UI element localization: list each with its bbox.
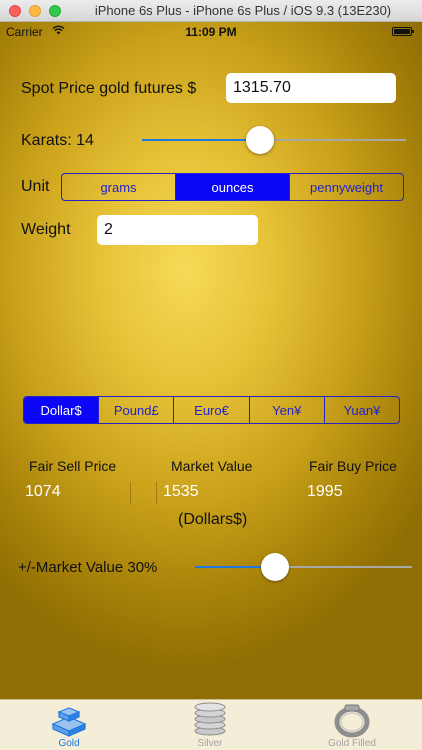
tab-silver-label: Silver	[197, 738, 223, 749]
currency-segment-2[interactable]: Euro€	[173, 397, 248, 423]
market-margin-slider[interactable]	[195, 553, 412, 583]
fair-sell-price-value: 1074	[25, 483, 61, 500]
market-margin-slider-thumb[interactable]	[261, 553, 290, 581]
currency-segment-3[interactable]: Yen¥	[248, 397, 324, 423]
minimize-window-button[interactable]	[29, 5, 41, 17]
window-titlebar: iPhone 6s Plus - iPhone 6s Plus / iOS 9.…	[0, 0, 422, 22]
simulator-screen: Carrier 11:09 PM Spot Price gold futures…	[0, 22, 422, 750]
currency-segment-1[interactable]: Pound£	[98, 397, 173, 423]
currency-segment-0[interactable]: Dollar$	[24, 397, 99, 423]
status-time: 11:09 PM	[185, 25, 237, 39]
weight-field[interactable]: 2	[97, 215, 258, 245]
tab-silver[interactable]: Silver	[155, 700, 265, 750]
karats-slider[interactable]	[142, 126, 406, 156]
unit-segmented-control[interactable]: grams ounces pennyweight	[61, 173, 404, 201]
fair-buy-price-value: 1995	[307, 483, 343, 500]
unit-segment-2[interactable]: pennyweight	[289, 174, 403, 200]
karats-label: Karats: 14	[21, 132, 94, 149]
result-divider	[130, 482, 131, 504]
fair-buy-price-label: Fair Buy Price	[309, 458, 397, 474]
market-value-currency: (Dollars$)	[178, 511, 248, 528]
fair-sell-price-label: Fair Sell Price	[29, 458, 117, 474]
zoom-window-button[interactable]	[49, 5, 61, 17]
unit-label: Unit	[21, 178, 50, 195]
currency-segmented-control[interactable]: Dollar$ Pound£ Euro€ Yen¥ Yuan¥	[23, 396, 400, 424]
market-margin-label: +/-Market Value 30%	[18, 559, 158, 576]
gold-bars-icon	[51, 707, 87, 737]
result-divider	[156, 482, 157, 504]
market-value-value: 1535	[163, 483, 199, 500]
market-value-label: Market Value	[171, 458, 253, 474]
spot-price-label: Spot Price gold futures $	[21, 80, 197, 97]
close-window-button[interactable]	[9, 5, 21, 17]
currency-segment-4[interactable]: Yuan¥	[323, 397, 399, 423]
spot-price-field[interactable]: 1315.70	[226, 73, 396, 103]
market-margin-slider-max-track	[275, 566, 412, 568]
unit-segment-0[interactable]: grams	[62, 174, 175, 200]
karats-slider-min-track	[142, 139, 260, 141]
karats-slider-thumb[interactable]	[245, 126, 274, 154]
silver-coins-icon	[194, 702, 226, 736]
unit-segment-1[interactable]: ounces	[175, 174, 289, 200]
status-bar: Carrier 11:09 PM	[0, 22, 422, 42]
karats-slider-max-track	[259, 139, 406, 141]
window-title: iPhone 6s Plus - iPhone 6s Plus / iOS 9.…	[94, 3, 392, 18]
ring-icon	[334, 704, 370, 738]
tab-gold-filled[interactable]: Gold Filled	[297, 700, 407, 750]
tab-gold-filled-label: Gold Filled	[328, 738, 376, 749]
tab-bar: Gold Silver Gold Filled	[0, 699, 422, 750]
battery-icon	[392, 27, 414, 36]
weight-label: Weight	[21, 221, 71, 238]
tab-gold[interactable]: Gold	[14, 700, 124, 750]
tab-gold-label: Gold	[58, 738, 80, 749]
